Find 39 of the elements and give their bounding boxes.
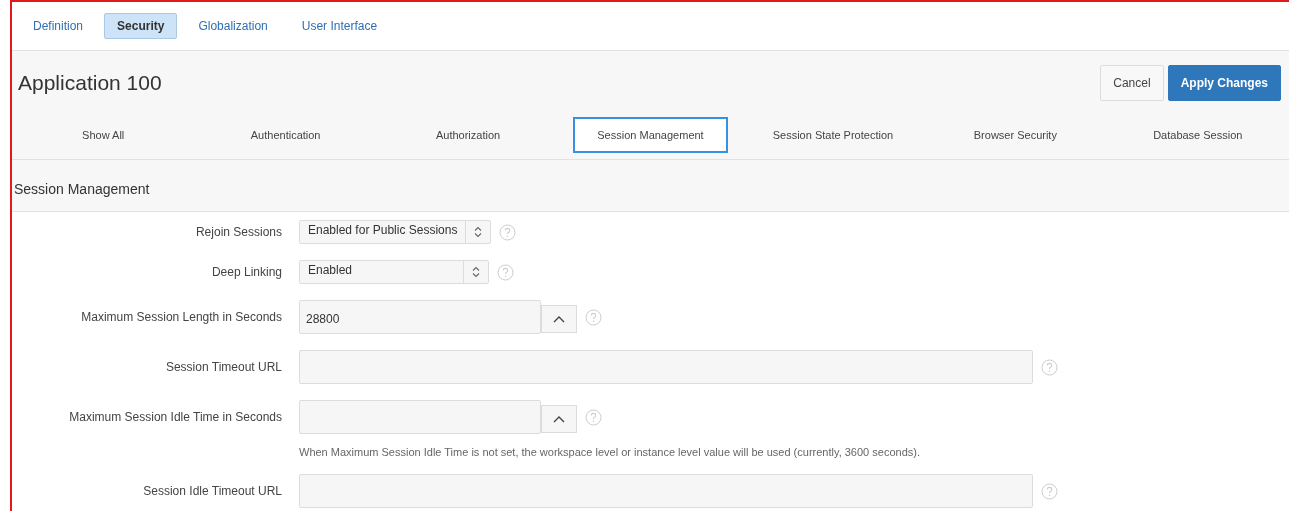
help-icon[interactable] [1041,482,1058,500]
text-field[interactable] [299,474,1033,508]
page-title: Application 100 [18,71,162,95]
field-label: Session Timeout URL [164,360,282,374]
region-tab[interactable]: Database Session [1120,117,1275,153]
field-label: Rejoin Sessions [194,225,282,239]
cancel-button[interactable]: Cancel [1100,65,1164,101]
region-tab[interactable]: Session Management [573,117,728,153]
field-label: Deep Linking [210,265,282,279]
region-tab[interactable]: Authorization [390,117,546,153]
spin-button[interactable] [541,405,577,433]
region-tab[interactable]: Authentication [208,117,363,153]
region-tab[interactable]: Show All [26,117,181,153]
select-field[interactable]: Enabled [299,260,489,284]
apply-button[interactable]: Apply Changes [1167,65,1281,101]
field-label: Session Idle Timeout URL [142,484,282,498]
spin-button[interactable] [541,305,577,333]
tab[interactable]: Globalization [185,13,281,39]
help-icon[interactable] [1041,358,1058,376]
tab[interactable]: Definition [20,13,97,39]
help-icon[interactable] [585,408,602,426]
number-field[interactable] [299,400,541,434]
chevron-up-icon [553,415,565,423]
region-tab[interactable]: Browser Security [938,117,1093,153]
help-icon[interactable] [585,308,602,326]
select-field[interactable]: Enabled for Public Sessions [299,220,492,244]
sort-arrows-icon [474,226,483,238]
tab[interactable]: Security [104,13,178,39]
text-field[interactable] [299,350,1033,384]
chevron-up-icon [553,315,565,323]
field-label: Maximum Session Length in Seconds [80,310,282,324]
region-tab[interactable]: Session State Protection [755,117,911,153]
tab[interactable]: User Interface [288,13,391,39]
help-icon[interactable] [499,223,517,241]
sort-arrows-icon [472,266,480,278]
help-text: When Maximum Session Idle Time is not set, the workspace level or instance level value will be used (currently, 3600 seconds). [299,446,921,458]
help-icon[interactable] [497,263,514,281]
field-label: Maximum Session Idle Time in Seconds [68,410,282,424]
number-field[interactable]: 28800 [299,300,541,334]
